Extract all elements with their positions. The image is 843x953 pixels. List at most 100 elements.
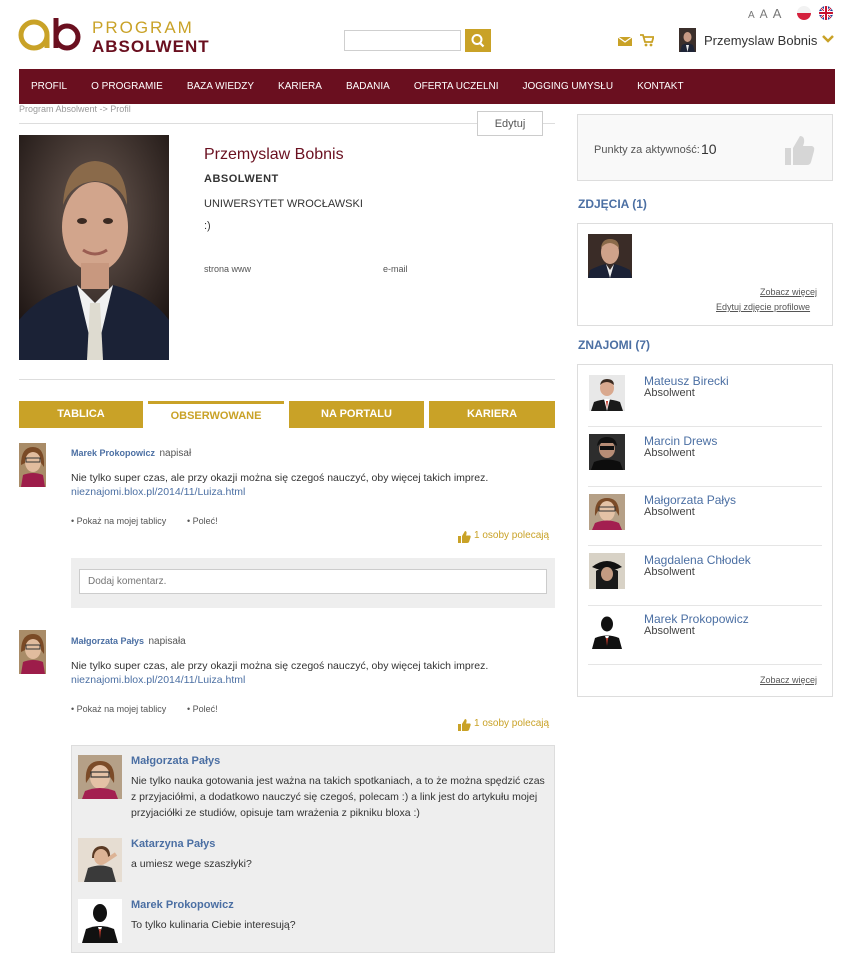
nav-item-badania[interactable]: BADANIA [334,81,402,92]
logo-text-program: PROGRAM [92,18,194,37]
friends-see-more-link[interactable]: Zobacz więcej [760,675,817,685]
avatar[interactable] [19,630,46,674]
friend-avatar[interactable] [589,494,625,530]
font-size-small[interactable]: A [748,10,755,21]
recommend-link[interactable]: • Poleć! [187,704,218,714]
user-avatar[interactable] [679,28,696,52]
mail-icon[interactable] [618,37,632,46]
comment-author[interactable]: Katarzyna Pałys [131,838,215,850]
friend-avatar[interactable] [589,553,625,589]
edit-profile-photo-link[interactable]: Edytuj zdjęcie profilowe [716,302,810,312]
post-author[interactable]: Marek Prokopowicz [71,448,155,458]
nav-item-o-programie[interactable]: O PROGRAMIE [79,81,175,92]
avatar[interactable] [78,755,122,799]
post-header: Marek Prokopowicz napisał [71,443,191,461]
search-input[interactable] [344,30,461,51]
font-size-large[interactable]: A [773,6,782,21]
edit-profile-button[interactable]: Edytuj [477,111,543,136]
search-button[interactable] [465,29,491,52]
profile-name: Przemyslaw Bobnis [204,146,344,163]
friend-role: Absolwent [644,447,695,459]
nav-item-baza-wiedzy[interactable]: BAZA WIEDZY [175,81,266,92]
flag-pl-icon[interactable] [797,6,811,20]
profile-photo [19,135,169,360]
profile-university: UNIWERSYTET WROCŁAWSKI [204,198,363,210]
post-link[interactable]: nieznajomi.blox.pl/2014/11/Luiza.html [71,486,245,498]
post-verb: napisał [159,448,192,459]
main-nav: PROFIL O PROGRAMIE BAZA WIEDZY KARIERA B… [19,69,835,104]
friend-name[interactable]: Mateusz Birecki [644,374,729,388]
post-text: Nie tylko super czas, ale przy okazji mo… [71,472,489,484]
profile-www-link[interactable]: strona www [204,264,251,274]
comment-text: a umiesz wege szaszłyki? [131,858,252,870]
divider [588,664,822,665]
gallery-photo[interactable] [588,234,632,278]
font-size-switcher: AAA [748,6,786,21]
activity-points-value: 10 [701,141,717,157]
avatar[interactable] [78,899,122,943]
recommend-count[interactable]: 1 osoby polecają [474,718,549,729]
recommend-count[interactable]: 1 osoby polecają [474,530,549,541]
friend-name[interactable]: Marcin Drews [644,434,717,448]
show-on-wall-link[interactable]: • Pokaż na mojej tablicy [71,704,166,714]
post-link[interactable]: nieznajomi.blox.pl/2014/11/Luiza.html [71,674,245,686]
avatar[interactable] [19,443,46,487]
photos-title[interactable]: ZDJĘCIA (1) [578,197,647,211]
post-text: Nie tylko super czas, ale przy okazji mo… [71,660,489,672]
friend-name[interactable]: Małgorzata Pałys [644,493,736,507]
photos-see-more-link[interactable]: Zobacz więcej [760,287,817,297]
profile-status: :) [204,220,211,232]
divider [588,545,822,546]
friend-avatar[interactable] [589,613,625,649]
tab-na-portalu[interactable]: NA PORTALU [289,401,424,428]
font-size-medium[interactable]: A [760,7,768,21]
friends-title[interactable]: ZNAJOMI (7) [578,338,650,352]
friend-name[interactable]: Marek Prokopowicz [644,612,749,626]
recommend-link[interactable]: • Poleć! [187,516,218,526]
user-name[interactable]: Przemyslaw Bobnis [704,33,817,48]
tab-kariera[interactable]: KARIERA [429,401,555,428]
divider [588,605,822,606]
friend-role: Absolwent [644,506,695,518]
breadcrumb[interactable]: Program Absolwent -> Profil [19,104,131,114]
divider [588,426,822,427]
friend-role: Absolwent [644,566,695,578]
chevron-down-icon[interactable] [822,34,834,44]
friend-role: Absolwent [644,625,695,637]
divider [588,486,822,487]
friend-role: Absolwent [644,387,695,399]
post-author[interactable]: Małgorzata Pałys [71,636,144,646]
thumbs-up-icon [458,531,471,543]
thumbs-up-icon [458,719,471,731]
post-header: Małgorzata Pałys napisała [71,631,186,649]
friend-name[interactable]: Magdalena Chłodek [644,553,751,567]
nav-item-kariera[interactable]: KARIERA [266,81,334,92]
friend-avatar[interactable] [589,375,625,411]
avatar[interactable] [78,838,122,882]
profile-email-link[interactable]: e-mail [383,264,408,274]
nav-item-jogging-umyslu[interactable]: JOGGING UMYSŁU [511,81,626,92]
search-icon [471,34,485,48]
comment-author[interactable]: Małgorzata Pałys [131,755,220,767]
logo-icon [18,18,81,51]
comment-text: To tylko kulinaria Ciebie interesują? [131,919,296,931]
cart-icon[interactable] [640,34,654,47]
nav-item-oferta-uczelni[interactable]: OFERTA UCZELNI [402,81,511,92]
post-verb: napisała [148,636,186,647]
profile-role: ABSOLWENT [204,173,279,185]
friend-avatar[interactable] [589,434,625,470]
flag-en-icon[interactable] [819,6,833,20]
comment-input[interactable] [79,569,547,594]
comment-text: Nie tylko nauka gotowania jest ważna na … [131,775,545,819]
logo-text-absolwent: ABSOLWENT [92,37,210,56]
nav-item-profil[interactable]: PROFIL [19,81,79,92]
divider [19,123,555,124]
divider [19,379,555,380]
nav-item-kontakt[interactable]: KONTAKT [625,81,695,92]
show-on-wall-link[interactable]: • Pokaż na mojej tablicy [71,516,166,526]
comment-author[interactable]: Marek Prokopowicz [131,899,234,911]
tab-obserwowane[interactable]: OBSERWOWANE [148,401,284,428]
thumbs-up-icon [785,136,815,165]
tab-tablica[interactable]: TABLICA [19,401,143,428]
activity-points-label: Punkty za aktywność: [594,144,700,156]
